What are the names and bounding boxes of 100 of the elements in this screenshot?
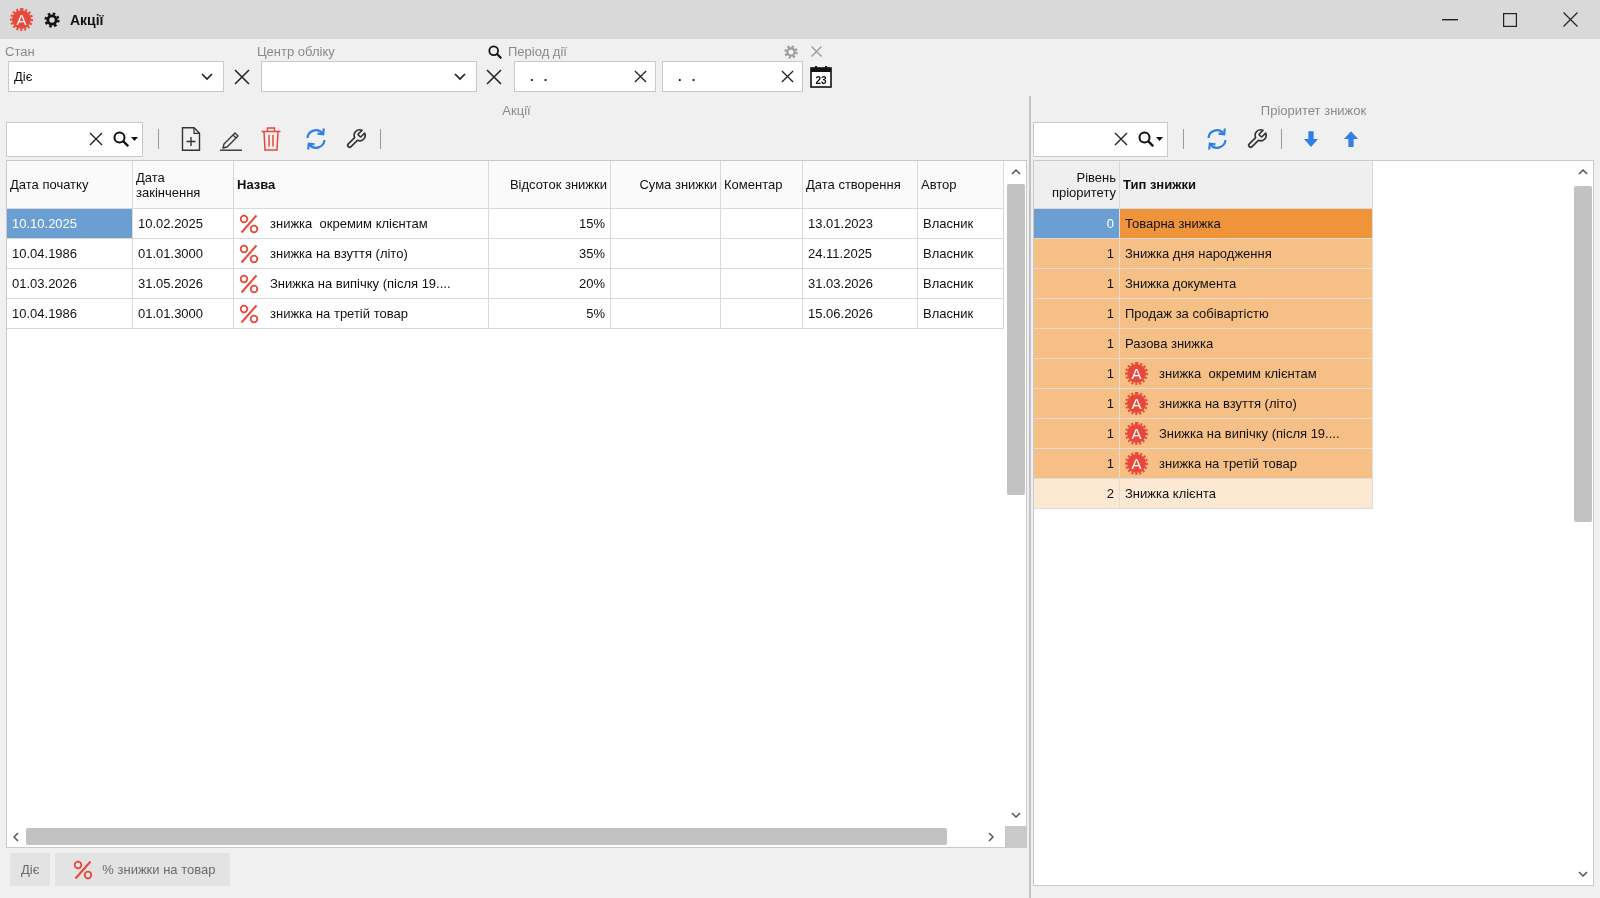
search-icon bbox=[1138, 131, 1154, 147]
minimize-icon bbox=[1442, 18, 1458, 21]
arrow-down-icon bbox=[1304, 131, 1318, 147]
refresh-icon bbox=[304, 127, 328, 151]
priority-row[interactable]: 1 A Знижка на випічку (після 19.... bbox=[1034, 419, 1373, 449]
trash-icon bbox=[261, 127, 281, 151]
column-header[interactable]: Відсоток знижки bbox=[489, 161, 611, 209]
column-header[interactable]: Дата закінчення bbox=[133, 161, 234, 209]
table-cell: 24.11.2025 bbox=[803, 239, 918, 269]
percent-icon bbox=[239, 213, 259, 234]
chevron-down-icon bbox=[201, 72, 213, 81]
arrow-up-icon bbox=[1344, 131, 1358, 147]
cell-text: знижка на третій товар bbox=[270, 306, 408, 321]
table-cell: 13.01.2023 bbox=[803, 209, 918, 239]
priority-row[interactable]: 2 Знижка клієнта bbox=[1034, 479, 1373, 509]
scroll-down-icon[interactable] bbox=[1578, 871, 1588, 877]
table-cell: 0 bbox=[1034, 209, 1120, 239]
percent-icon bbox=[239, 273, 259, 294]
filter-label: Центр обліку bbox=[257, 44, 335, 59]
date-to-field[interactable]: . . bbox=[662, 61, 803, 92]
search-options-button[interactable] bbox=[1138, 131, 1163, 147]
state-dropdown[interactable]: Діє bbox=[8, 61, 224, 92]
settings-icon[interactable] bbox=[44, 11, 60, 28]
cell-text: знижка на третій товар bbox=[1159, 456, 1297, 471]
table-cell: 10.04.1986 bbox=[7, 239, 133, 269]
window-title: Акції bbox=[70, 11, 104, 28]
promotion-badge-icon: A bbox=[1125, 452, 1148, 475]
table-cell: Знижка клієнта bbox=[1120, 479, 1373, 509]
column-header[interactable]: Коментар bbox=[721, 161, 803, 209]
clear-icon bbox=[486, 68, 502, 85]
clear-icon[interactable] bbox=[1114, 132, 1128, 146]
document-plus-icon bbox=[181, 127, 201, 151]
table-cell: 10.04.1986 bbox=[7, 299, 133, 329]
section-title: Акції bbox=[502, 102, 531, 118]
table-cell: 01.01.3000 bbox=[133, 299, 234, 329]
priority-row[interactable]: 1 Знижка дня народження bbox=[1034, 239, 1373, 269]
search-field[interactable] bbox=[1033, 121, 1168, 157]
column-header[interactable]: Дата створення bbox=[803, 161, 918, 209]
table-cell: Власник bbox=[918, 269, 1004, 299]
scrollbar-thumb[interactable] bbox=[26, 828, 947, 845]
search-field[interactable] bbox=[6, 121, 143, 157]
caret-down-icon bbox=[131, 137, 138, 141]
search-icon bbox=[113, 131, 129, 147]
scroll-down-icon[interactable] bbox=[1011, 812, 1021, 818]
scrollbar-thumb[interactable] bbox=[1574, 186, 1592, 522]
table-cell: 15% bbox=[489, 209, 611, 239]
priority-row[interactable]: 1 A знижка на третій товар bbox=[1034, 449, 1373, 479]
clear-icon[interactable] bbox=[89, 132, 103, 146]
cell-text: Знижка на випічку (після 19.... bbox=[270, 276, 451, 291]
table-cell: 01.03.2026 bbox=[7, 269, 133, 299]
table-cell: 31.05.2026 bbox=[133, 269, 234, 299]
priority-row[interactable]: 1 A знижка на взуття (літо) bbox=[1034, 389, 1373, 419]
scroll-up-icon[interactable] bbox=[1578, 169, 1588, 175]
search-icon[interactable] bbox=[488, 44, 502, 59]
priority-row[interactable]: 1 Знижка документа bbox=[1034, 269, 1373, 299]
priority-row[interactable]: 1 Разова знижка bbox=[1034, 329, 1373, 359]
section-title: Пріоритет знижок bbox=[1260, 102, 1367, 118]
refresh-icon bbox=[1205, 127, 1229, 151]
filter-label: Період дії bbox=[508, 44, 567, 59]
table-cell: Власник bbox=[918, 209, 1004, 239]
cell-text: знижка окремим клієнтам bbox=[270, 216, 428, 231]
maximize-icon bbox=[1503, 12, 1517, 27]
table-cell: 10.10.2025 bbox=[7, 209, 133, 239]
table-cell: 2 bbox=[1034, 479, 1120, 509]
priority-row[interactable]: 0 Товарна знижка bbox=[1034, 209, 1373, 239]
column-header[interactable]: Сума знижки bbox=[611, 161, 721, 209]
table-cell: 01.01.3000 bbox=[133, 239, 234, 269]
clear-icon[interactable] bbox=[634, 70, 647, 83]
date-from-field[interactable]: . . bbox=[514, 61, 656, 92]
table-cell: 5% bbox=[489, 299, 611, 329]
search-options-button[interactable] bbox=[113, 131, 138, 147]
clear-button[interactable] bbox=[233, 67, 251, 86]
clear-button[interactable] bbox=[485, 67, 503, 86]
column-header[interactable]: Автор bbox=[918, 161, 1004, 209]
clear-icon bbox=[234, 68, 250, 85]
scroll-right-icon[interactable] bbox=[988, 831, 994, 842]
clear-icon[interactable] bbox=[781, 70, 794, 83]
status-tag: Діє bbox=[10, 853, 51, 886]
promotion-badge-icon: A bbox=[1125, 422, 1148, 445]
cell-text: знижка на взуття (літо) bbox=[1159, 396, 1297, 411]
scroll-left-icon[interactable] bbox=[13, 831, 19, 842]
column-header[interactable]: Назва bbox=[234, 161, 489, 209]
table-cell: Власник bbox=[918, 239, 1004, 269]
app-logo: A bbox=[10, 8, 33, 31]
discount-type-label: % знижки на товар bbox=[102, 862, 216, 877]
priority-row[interactable]: 1 A знижка окремим клієнтам bbox=[1034, 359, 1373, 389]
promotion-badge-icon: A bbox=[1125, 362, 1148, 385]
close-icon bbox=[1562, 12, 1578, 27]
priority-row[interactable]: 1 Продаж за собівартістю bbox=[1034, 299, 1373, 329]
filter-label: Стан bbox=[5, 44, 35, 59]
chevron-down-icon bbox=[454, 72, 466, 81]
wrench-icon bbox=[345, 128, 367, 150]
promotion-badge-icon: A bbox=[1125, 392, 1148, 415]
table-cell: 20% bbox=[489, 269, 611, 299]
scroll-up-icon[interactable] bbox=[1011, 169, 1021, 175]
table-cell: 31.03.2026 bbox=[803, 269, 918, 299]
calendar-icon[interactable]: 23 bbox=[810, 65, 832, 88]
scrollbar-thumb[interactable] bbox=[1007, 184, 1025, 495]
percent-icon bbox=[239, 243, 259, 264]
table-cell: 35% bbox=[489, 239, 611, 269]
